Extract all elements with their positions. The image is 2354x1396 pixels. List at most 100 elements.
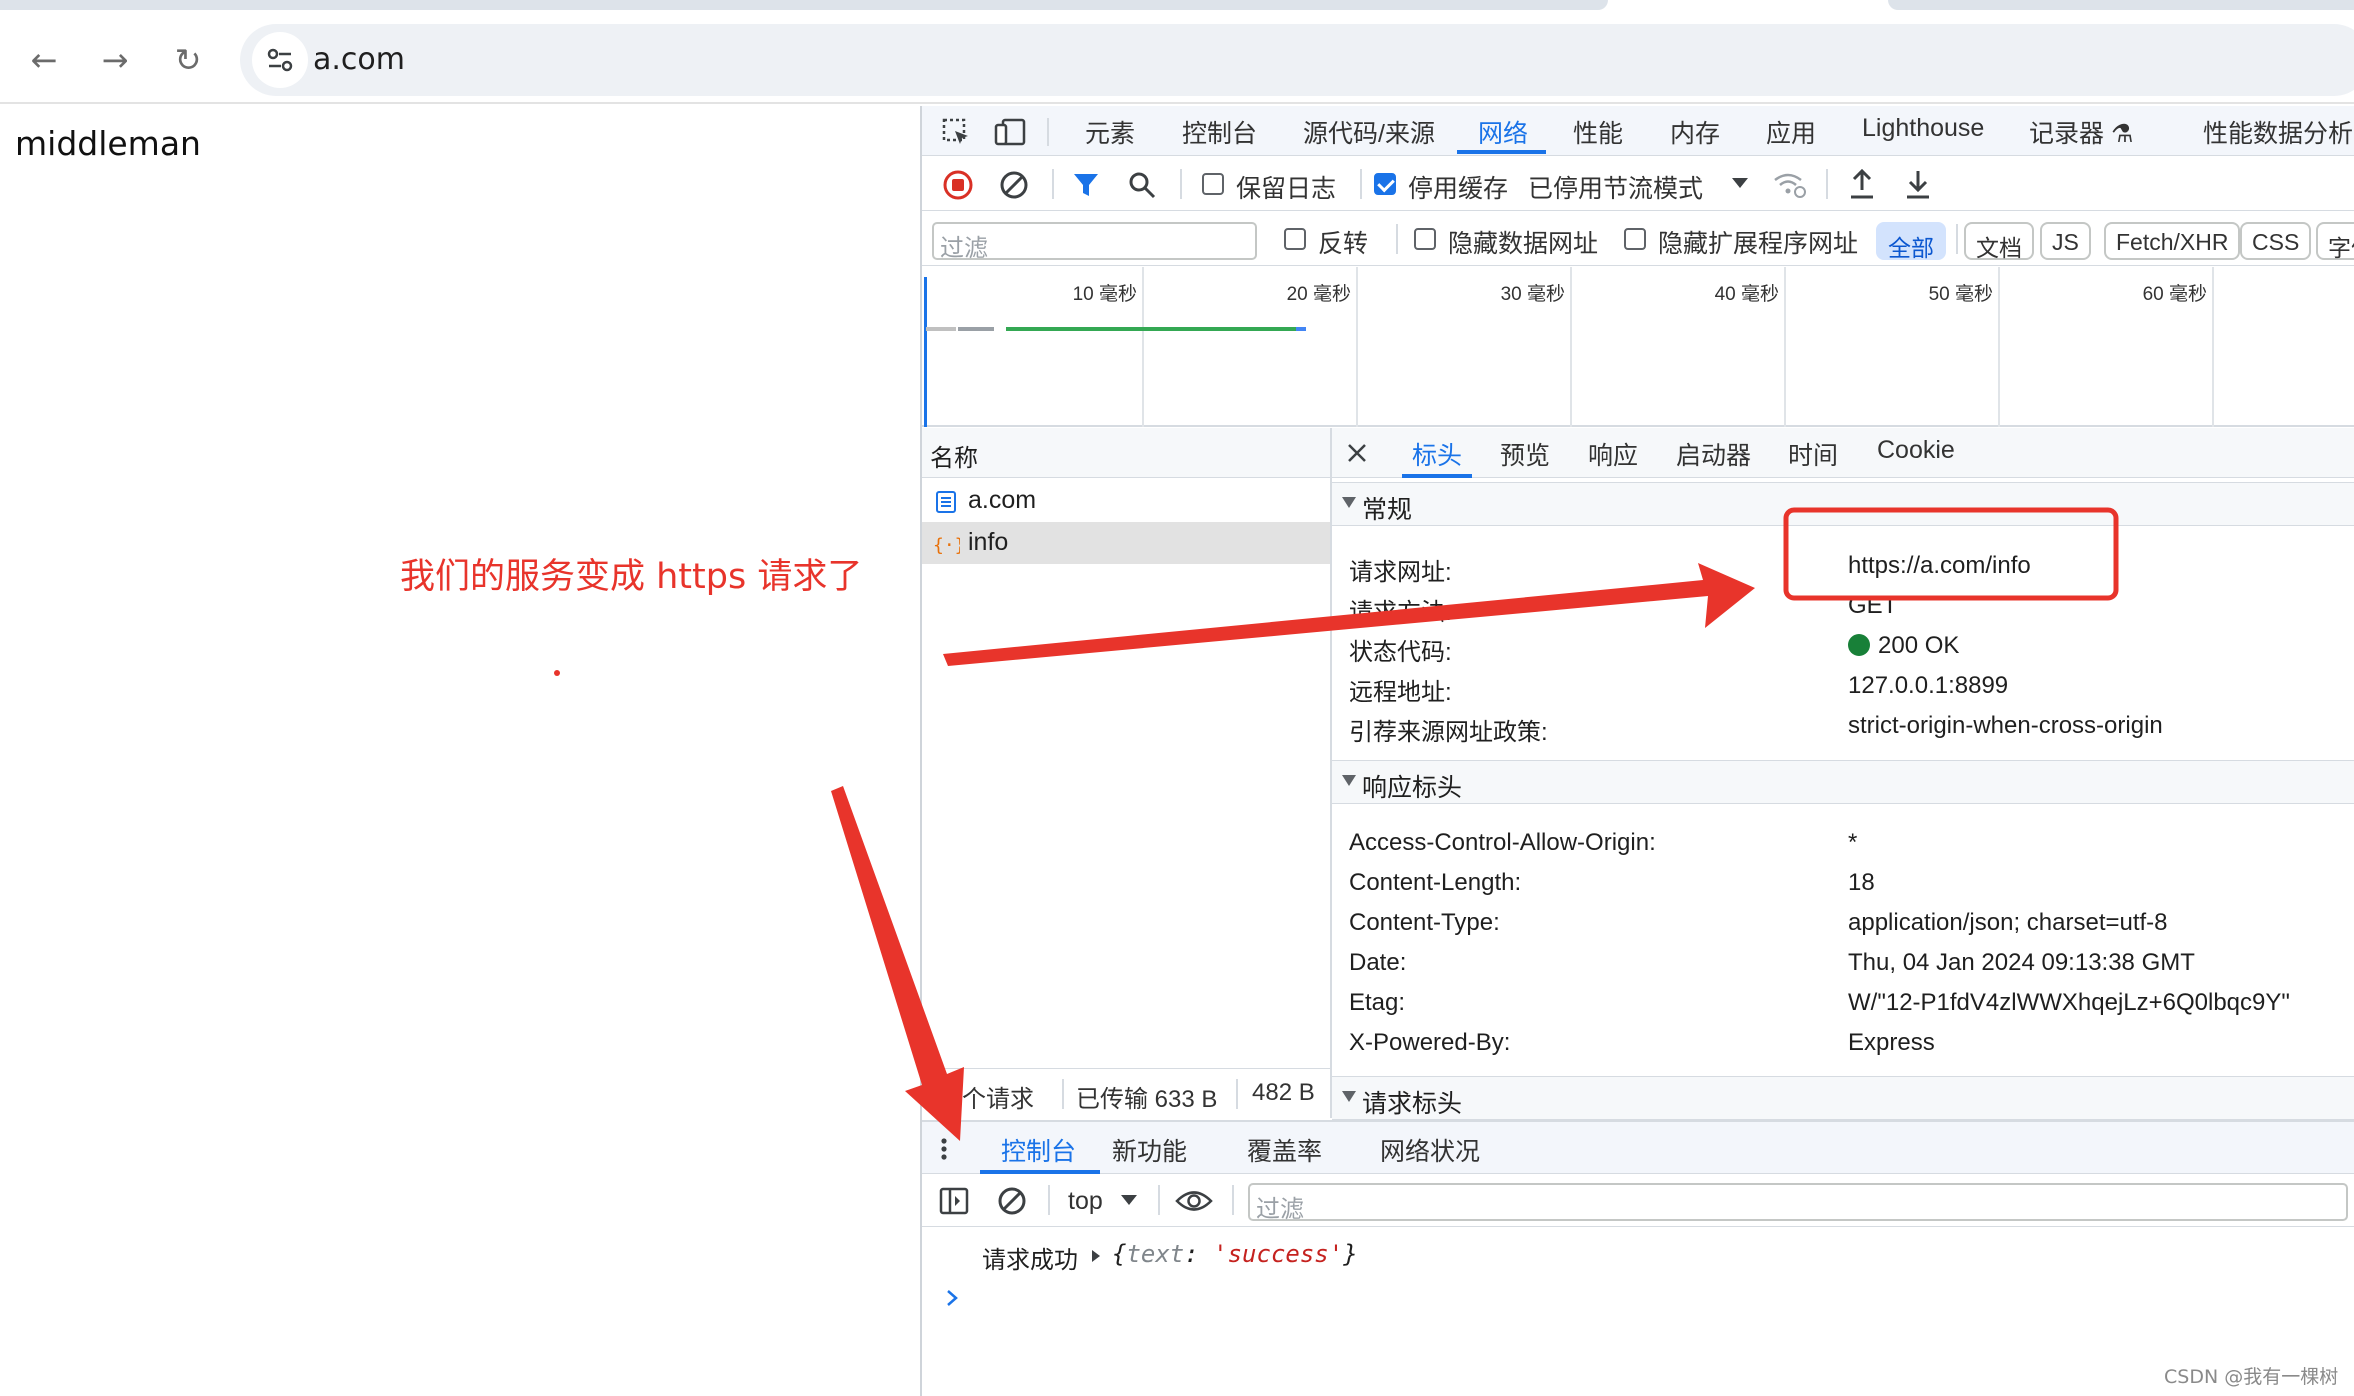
header-value: Express <box>1848 1029 1935 1056</box>
timeline-tick-label: 60 毫秒 <box>2142 284 2207 305</box>
close-icon[interactable] <box>1344 440 1370 466</box>
drawer-tab-coverage[interactable]: 覆盖率 <box>1247 1132 1322 1168</box>
timeline-start-marker <box>924 277 927 427</box>
object-brace: { <box>1112 1240 1127 1268</box>
network-filter-bar: 过滤 反转 隐藏数据网址 隐藏扩展程序网址 全部 文档 JS Fetch/XHR… <box>922 212 2354 266</box>
tab-timing[interactable]: 时间 <box>1788 436 1838 472</box>
tab-preview[interactable]: 预览 <box>1500 436 1550 472</box>
tab-network[interactable]: 网络 <box>1478 114 1528 150</box>
page-body-text: middleman <box>15 124 201 163</box>
context-selector[interactable]: top <box>1068 1187 1103 1216</box>
filter-chip-font[interactable]: 字体 <box>2316 222 2354 261</box>
console-output: 请求成功 {text: 'success'} <box>922 1228 2354 1396</box>
site-info-button[interactable] <box>252 32 308 88</box>
request-row-selected[interactable]: {·} info <box>922 522 1330 564</box>
tab-sources[interactable]: 源代码/来源 <box>1303 114 1435 150</box>
back-button[interactable]: ← <box>24 40 64 80</box>
status-resources: 482 B <box>1252 1079 1315 1106</box>
divider <box>1052 169 1054 199</box>
filter-toggle-button[interactable] <box>1070 169 1102 201</box>
network-filter-input[interactable]: 过滤 <box>932 222 1257 262</box>
header-value: https://a.com/info <box>1848 552 2031 579</box>
search-button[interactable] <box>1126 169 1158 201</box>
throttling-select[interactable]: 已停用节流模式 <box>1528 169 1703 205</box>
tab-cookies[interactable]: Cookie <box>1877 436 1955 465</box>
chevron-down-icon[interactable] <box>1118 1189 1140 1211</box>
tab-lighthouse[interactable]: Lighthouse <box>1862 114 1984 143</box>
object-brace: } <box>1343 1240 1358 1268</box>
clear-console-button[interactable] <box>996 1185 1028 1217</box>
tab-response[interactable]: 响应 <box>1588 436 1638 472</box>
forward-button[interactable]: → <box>95 40 135 80</box>
record-stop-button[interactable] <box>942 169 974 201</box>
filter-chip-doc[interactable]: 文档 <box>1964 222 2034 261</box>
drawer-tab-console[interactable]: 控制台 <box>1001 1132 1076 1168</box>
preserve-log-checkbox[interactable] <box>1202 173 1224 195</box>
clear-button[interactable] <box>998 169 1030 201</box>
timeline-gridline <box>2212 267 2214 427</box>
chevron-down-icon[interactable] <box>1728 171 1752 195</box>
divider <box>1158 1185 1160 1215</box>
reload-button[interactable]: ↻ <box>168 40 208 80</box>
hide-extension-urls-label: 隐藏扩展程序网址 <box>1658 230 1859 258</box>
hide-data-urls-checkbox[interactable] <box>1414 228 1436 250</box>
filter-chip-all[interactable]: 全部 <box>1876 222 1946 261</box>
header-key: Content-Length: <box>1349 869 1522 896</box>
devtools-panel: 元素 控制台 源代码/来源 网络 性能 内存 应用 Lighthouse 记录器… <box>920 106 2354 1396</box>
live-expression-eye-icon[interactable] <box>1174 1185 1214 1217</box>
header-value: 127.0.0.1:8899 <box>1848 672 2009 699</box>
section-response-headers-header[interactable]: 响应标头 <box>1332 760 2354 804</box>
column-header-name[interactable]: 名称 <box>930 438 978 473</box>
inspect-element-icon[interactable] <box>940 116 972 148</box>
network-overview-timeline[interactable]: 10 毫秒 20 毫秒 30 毫秒 40 毫秒 50 毫秒 60 毫秒 <box>922 267 2354 427</box>
divider <box>1396 224 1398 254</box>
console-log-object[interactable]: {text: 'success'} <box>1112 1240 1358 1268</box>
disable-cache-label: 停用缓存 <box>1408 175 1509 203</box>
request-name: a.com <box>968 486 1037 514</box>
console-log-message: 请求成功 <box>982 1247 1078 1274</box>
import-har-icon[interactable] <box>1846 167 1878 201</box>
more-vertical-icon[interactable] <box>932 1132 956 1166</box>
export-har-icon[interactable] <box>1902 167 1934 201</box>
screenshot-root: ← → ↻ a.com middleman 我们的服务变成 https 请求了 <box>0 0 2354 1396</box>
tab-initiator[interactable]: 启动器 <box>1676 436 1751 472</box>
network-conditions-icon[interactable] <box>1772 169 1808 201</box>
drawer-tab-network-conditions[interactable]: 网络状况 <box>1380 1132 1480 1168</box>
device-toolbar-icon[interactable] <box>992 116 1028 148</box>
expand-triangle-icon[interactable] <box>1089 1248 1103 1264</box>
filter-chip-css[interactable]: CSS <box>2240 222 2312 260</box>
invert-checkbox[interactable] <box>1284 228 1306 250</box>
request-details-panel: 标头 预览 响应 启动器 时间 Cookie 常规 请求网址: https://… <box>1332 428 2354 1120</box>
tab-performance[interactable]: 性能 <box>1573 114 1623 150</box>
filter-chip-fetch-xhr[interactable]: Fetch/XHR <box>2104 222 2241 260</box>
console-prompt-icon[interactable] <box>942 1286 962 1310</box>
tab-headers[interactable]: 标头 <box>1412 436 1462 472</box>
tab-recorder[interactable]: 记录器 ⚗ <box>2029 114 2133 150</box>
sidebar-toggle-icon[interactable] <box>938 1185 970 1217</box>
console-filter-input[interactable]: 过滤 <box>1248 1183 2348 1223</box>
timeline-tick-label: 20 毫秒 <box>1286 284 1351 305</box>
section-request-headers-header[interactable]: 请求标头 <box>1332 1076 2354 1120</box>
tab-strip-background <box>1888 0 2354 10</box>
record-icon <box>943 170 973 200</box>
tab-memory[interactable]: 内存 <box>1670 114 1720 150</box>
header-key: Content-Type: <box>1349 909 1500 936</box>
filter-chip-js[interactable]: JS <box>2040 222 2091 260</box>
address-bar[interactable]: a.com <box>240 24 2354 96</box>
drawer-tab-whats-new[interactable]: 新功能 <box>1112 1132 1187 1168</box>
tab-console[interactable]: 控制台 <box>1182 114 1257 150</box>
disable-cache-checkbox[interactable] <box>1374 173 1396 195</box>
section-general-header[interactable]: 常规 <box>1332 482 2354 526</box>
tab-application[interactable]: 应用 <box>1766 114 1816 150</box>
header-key: X-Powered-By: <box>1349 1029 1511 1056</box>
header-value: GET <box>1848 592 1898 619</box>
timeline-tick-label: 40 毫秒 <box>1714 284 1779 305</box>
hide-extension-urls-checkbox[interactable] <box>1624 228 1646 250</box>
tab-performance-insights[interactable]: 性能数据分析 <box>2203 114 2353 150</box>
request-name: info <box>968 528 1009 556</box>
tab-strip <box>0 0 2354 10</box>
timeline-tick-label: 50 毫秒 <box>1928 284 1993 305</box>
request-row[interactable]: a.com <box>922 480 1330 522</box>
tab-elements[interactable]: 元素 <box>1085 114 1135 150</box>
object-value: 'success' <box>1213 1240 1344 1268</box>
